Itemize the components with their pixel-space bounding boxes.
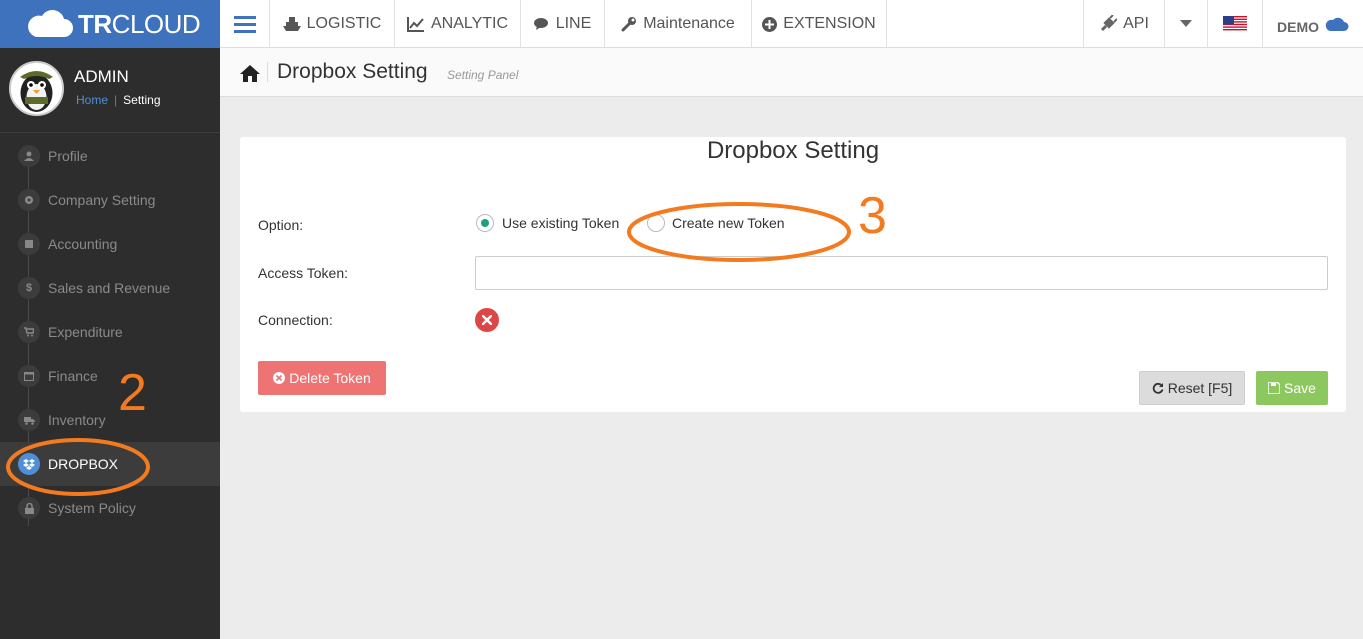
nav-maintenance-label: Maintenance [643, 15, 735, 32]
access-token-label: Access Token: [258, 265, 349, 281]
avatar[interactable] [9, 61, 64, 116]
save-button-label: Save [1284, 380, 1316, 396]
user-name: ADMIN [74, 67, 129, 86]
refresh-icon [1152, 382, 1164, 394]
nav-maintenance[interactable]: Maintenance [605, 0, 752, 48]
sidebar-item-profile[interactable]: Profile [0, 134, 220, 178]
caret-down-icon [1180, 20, 1192, 27]
user-menu[interactable]: DEMO [1263, 0, 1363, 48]
plus-circle-icon [762, 16, 778, 32]
nav-extension-label: EXTENSION [783, 15, 876, 32]
sidebar-item-finance[interactable]: Finance [0, 354, 220, 398]
header-divider [267, 62, 268, 82]
plug-icon [1101, 15, 1118, 32]
breadcrumb-home-link[interactable]: Home [76, 93, 108, 107]
radio-use-existing-token-label[interactable]: Use existing Token [502, 215, 619, 231]
connection-label: Connection: [258, 312, 333, 328]
sidebar-item-label: System Policy [48, 500, 136, 516]
radio-create-new-token-label[interactable]: Create new Token [672, 215, 785, 231]
annotation-step-2: 2 [118, 364, 147, 422]
nav-analytic[interactable]: ANALYTIC [395, 0, 521, 48]
breadcrumb-separator: | [114, 93, 118, 107]
us-flag-icon [1223, 16, 1247, 32]
top-navbar: TRCLOUD LOGISTIC ANALYTIC LINE Maintenan… [0, 0, 1363, 48]
dropbox-setting-panel: Dropbox Setting Option: Use existing Tok… [240, 137, 1346, 412]
sidebar-item-label: Sales and Revenue [48, 280, 171, 296]
line-chart-icon [406, 17, 424, 32]
calendar-icon [18, 365, 40, 387]
nav-line-label: LINE [555, 15, 592, 32]
dollar-icon: $ [18, 277, 40, 299]
option-label: Option: [258, 217, 304, 233]
sidebar-item-label: Company Setting [48, 192, 156, 208]
dropbox-icon [18, 453, 40, 475]
times-circle-icon [273, 372, 286, 384]
nav-logistic-label: LOGISTIC [306, 15, 382, 32]
sidebar-item-sales-and-revenue[interactable]: $ Sales and Revenue [0, 266, 220, 310]
penguin-avatar-icon [20, 71, 53, 112]
menu-toggle-button[interactable] [220, 0, 270, 48]
access-token-input[interactable] [475, 256, 1328, 290]
radio-create-new-token[interactable] [647, 214, 665, 232]
brand-logo[interactable]: TRCLOUD [0, 0, 220, 48]
nav-api[interactable]: API [1083, 0, 1165, 48]
sidebar-item-system-policy[interactable]: System Policy [0, 486, 220, 530]
user-panel: ADMIN Home | Setting [0, 48, 220, 133]
floppy-icon [1268, 382, 1281, 394]
delete-token-label: Delete Token [289, 370, 371, 386]
page-subtitle: Setting Panel [447, 68, 519, 82]
truck-icon [18, 409, 40, 431]
ship-icon [282, 17, 301, 31]
sidebar: ADMIN Home | Setting Profile Company Setti… [0, 48, 220, 639]
panel-title: Dropbox Setting [706, 137, 880, 164]
sidebar-item-expenditure[interactable]: Expenditure [0, 310, 220, 354]
sidebar-item-dropbox[interactable]: DROPBOX [0, 442, 220, 486]
delete-token-button[interactable]: Delete Token [258, 361, 386, 395]
hamburger-icon [233, 16, 256, 33]
language-selector[interactable] [1208, 0, 1263, 48]
home-icon[interactable] [240, 65, 260, 82]
nav-extension[interactable]: EXTENSION [752, 0, 887, 48]
page-header: Dropbox Setting Setting Panel [220, 48, 1363, 97]
save-button[interactable]: Save [1256, 371, 1328, 405]
reset-button[interactable]: Reset [F5] [1139, 371, 1245, 405]
cloud-icon [1325, 17, 1349, 31]
cart-icon [18, 321, 40, 343]
sidebar-item-label: Accounting [48, 236, 118, 252]
sidebar-item-inventory[interactable]: Inventory [0, 398, 220, 442]
sidebar-item-accounting[interactable]: Accounting [0, 222, 220, 266]
dropdown-toggle[interactable] [1165, 0, 1208, 48]
sidebar-item-label: DROPBOX [48, 456, 119, 472]
sidebar-item-label: Expenditure [48, 324, 123, 340]
breadcrumb-current: Setting [123, 93, 161, 107]
nav-line[interactable]: LINE [521, 0, 605, 48]
breadcrumb: Home | Setting [76, 93, 161, 107]
sidebar-item-label: Finance [48, 368, 98, 384]
book-icon [18, 233, 40, 255]
page-title: Dropbox Setting [277, 60, 428, 83]
sidebar-item-label: Inventory [48, 412, 106, 428]
sidebar-item-company-setting[interactable]: Company Setting [0, 178, 220, 222]
nav-logistic[interactable]: LOGISTIC [270, 0, 395, 48]
reset-button-label: Reset [F5] [1167, 380, 1233, 396]
gear-icon [18, 189, 40, 211]
brand-name: TRCLOUD [78, 8, 201, 39]
sidebar-item-label: Profile [48, 148, 88, 164]
user-menu-label: DEMO [1277, 19, 1319, 35]
nav-analytic-label: ANALYTIC [430, 15, 509, 32]
lock-icon [18, 497, 40, 519]
radio-use-existing-token[interactable] [476, 214, 494, 232]
comments-icon [533, 18, 548, 30]
connection-failed-icon [475, 308, 499, 332]
annotation-step-3: 3 [858, 187, 887, 245]
cloud-logo-icon [28, 10, 74, 37]
nav-api-label: API [1123, 15, 1149, 32]
user-icon [18, 145, 40, 167]
wrench-icon [621, 17, 637, 32]
